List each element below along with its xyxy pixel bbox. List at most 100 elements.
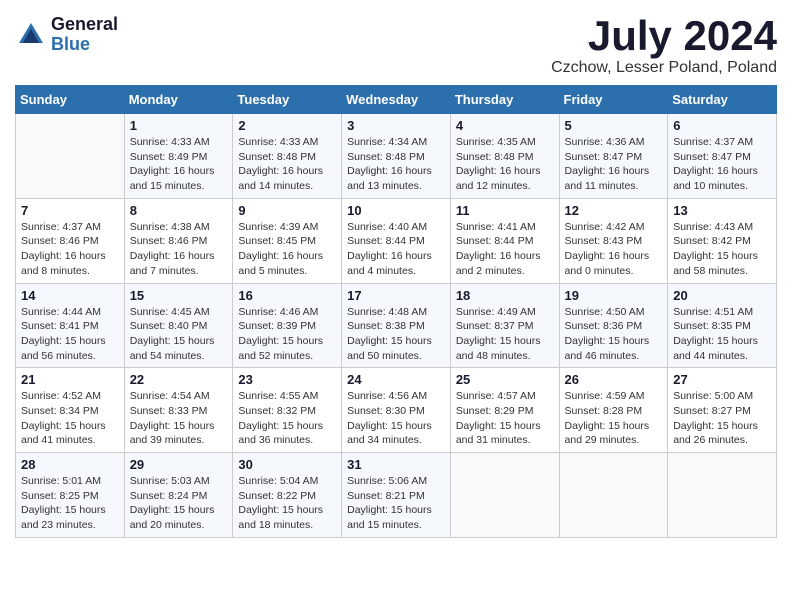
day-info: Sunrise: 4:59 AM Sunset: 8:28 PM Dayligh…	[565, 389, 663, 448]
calendar-cell: 27Sunrise: 5:00 AM Sunset: 8:27 PM Dayli…	[668, 368, 777, 453]
weekday-header-thursday: Thursday	[450, 86, 559, 114]
weekday-header-friday: Friday	[559, 86, 668, 114]
calendar-cell: 13 Sunrise: 4:43 AM Sunset: 8:42 PM Dayli…	[668, 198, 777, 283]
calendar-cell: 11 Sunrise: 4:41 AM Sunset: 8:44 PM Dayli…	[450, 198, 559, 283]
weekday-header-saturday: Saturday	[668, 86, 777, 114]
calendar-cell: 22 Sunrise: 4:54 AM Sunset: 8:33 PM Dayli…	[124, 368, 233, 453]
day-number: 26	[565, 372, 663, 387]
day-number: 11	[456, 203, 554, 218]
day-info: Sunrise: 4:54 AM Sunset: 8:33 PM Dayligh…	[130, 389, 228, 448]
day-info: Sunrise: 4:50 AM Sunset: 8:36 PM Dayligh…	[565, 305, 663, 364]
calendar-cell: 8 Sunrise: 4:38 AM Sunset: 8:46 PM Daylig…	[124, 198, 233, 283]
day-number: 1	[130, 118, 228, 133]
logo-icon	[15, 19, 47, 51]
location-title: Czchow, Lesser Poland, Poland	[551, 59, 777, 77]
day-info: Sunrise: 4:37 AM Sunset: 8:47 PM Dayligh…	[673, 135, 771, 194]
day-info: Sunrise: 4:33 AM Sunset: 8:49 PM Dayligh…	[130, 135, 228, 194]
day-number: 7	[21, 203, 119, 218]
weekday-header-monday: Monday	[124, 86, 233, 114]
day-number: 8	[130, 203, 228, 218]
day-number: 24	[347, 372, 445, 387]
day-info: Sunrise: 4:41 AM Sunset: 8:44 PM Dayligh…	[456, 220, 554, 279]
calendar-week-row: 1 Sunrise: 4:33 AM Sunset: 8:49 PM Daylig…	[16, 114, 777, 199]
day-number: 3	[347, 118, 445, 133]
day-info: Sunrise: 4:39 AM Sunset: 8:45 PM Dayligh…	[238, 220, 336, 279]
calendar-week-row: 7Sunrise: 4:37 AM Sunset: 8:46 PM Daylig…	[16, 198, 777, 283]
calendar-cell: 3Sunrise: 4:34 AM Sunset: 8:48 PM Daylig…	[342, 114, 451, 199]
calendar-cell: 10Sunrise: 4:40 AM Sunset: 8:44 PM Dayli…	[342, 198, 451, 283]
day-number: 29	[130, 457, 228, 472]
calendar-cell	[668, 453, 777, 538]
day-number: 23	[238, 372, 336, 387]
calendar-week-row: 21 Sunrise: 4:52 AM Sunset: 8:34 PM Dayli…	[16, 368, 777, 453]
title-area: July 2024 Czchow, Lesser Poland, Poland	[551, 15, 777, 77]
day-number: 13	[673, 203, 771, 218]
day-info: Sunrise: 4:56 AM Sunset: 8:30 PM Dayligh…	[347, 389, 445, 448]
logo-text: General Blue	[51, 15, 118, 55]
day-info: Sunrise: 4:49 AM Sunset: 8:37 PM Dayligh…	[456, 305, 554, 364]
day-number: 18	[456, 288, 554, 303]
day-number: 31	[347, 457, 445, 472]
day-info: Sunrise: 5:01 AM Sunset: 8:25 PM Dayligh…	[21, 474, 119, 533]
day-info: Sunrise: 5:03 AM Sunset: 8:24 PM Dayligh…	[130, 474, 228, 533]
calendar-cell: 1 Sunrise: 4:33 AM Sunset: 8:49 PM Daylig…	[124, 114, 233, 199]
calendar-cell: 26 Sunrise: 4:59 AM Sunset: 8:28 PM Dayli…	[559, 368, 668, 453]
calendar-cell: 12 Sunrise: 4:42 AM Sunset: 8:43 PM Dayli…	[559, 198, 668, 283]
calendar-cell: 23 Sunrise: 4:55 AM Sunset: 8:32 PM Dayli…	[233, 368, 342, 453]
calendar: SundayMondayTuesdayWednesdayThursdayFrid…	[15, 85, 777, 538]
calendar-week-row: 14 Sunrise: 4:44 AM Sunset: 8:41 PM Dayli…	[16, 283, 777, 368]
calendar-cell: 29 Sunrise: 5:03 AM Sunset: 8:24 PM Dayli…	[124, 453, 233, 538]
calendar-cell: 15Sunrise: 4:45 AM Sunset: 8:40 PM Dayli…	[124, 283, 233, 368]
calendar-cell: 20 Sunrise: 4:51 AM Sunset: 8:35 PM Dayli…	[668, 283, 777, 368]
day-number: 14	[21, 288, 119, 303]
logo-general: General	[51, 15, 118, 35]
day-info: Sunrise: 4:40 AM Sunset: 8:44 PM Dayligh…	[347, 220, 445, 279]
day-number: 17	[347, 288, 445, 303]
calendar-cell: 9 Sunrise: 4:39 AM Sunset: 8:45 PM Daylig…	[233, 198, 342, 283]
day-number: 21	[21, 372, 119, 387]
calendar-cell: 6 Sunrise: 4:37 AM Sunset: 8:47 PM Daylig…	[668, 114, 777, 199]
calendar-cell: 4 Sunrise: 4:35 AM Sunset: 8:48 PM Daylig…	[450, 114, 559, 199]
calendar-cell	[450, 453, 559, 538]
day-info: Sunrise: 5:04 AM Sunset: 8:22 PM Dayligh…	[238, 474, 336, 533]
day-number: 5	[565, 118, 663, 133]
logo: General Blue	[15, 15, 118, 55]
calendar-cell: 18 Sunrise: 4:49 AM Sunset: 8:37 PM Dayli…	[450, 283, 559, 368]
day-number: 30	[238, 457, 336, 472]
day-number: 28	[21, 457, 119, 472]
calendar-week-row: 28 Sunrise: 5:01 AM Sunset: 8:25 PM Dayli…	[16, 453, 777, 538]
day-number: 22	[130, 372, 228, 387]
day-info: Sunrise: 4:35 AM Sunset: 8:48 PM Dayligh…	[456, 135, 554, 194]
day-number: 27	[673, 372, 771, 387]
calendar-cell: 24 Sunrise: 4:56 AM Sunset: 8:30 PM Dayli…	[342, 368, 451, 453]
day-number: 19	[565, 288, 663, 303]
day-info: Sunrise: 4:46 AM Sunset: 8:39 PM Dayligh…	[238, 305, 336, 364]
calendar-cell: 25Sunrise: 4:57 AM Sunset: 8:29 PM Dayli…	[450, 368, 559, 453]
calendar-cell: 5Sunrise: 4:36 AM Sunset: 8:47 PM Daylig…	[559, 114, 668, 199]
calendar-cell: 28 Sunrise: 5:01 AM Sunset: 8:25 PM Dayli…	[16, 453, 125, 538]
day-number: 4	[456, 118, 554, 133]
day-number: 12	[565, 203, 663, 218]
calendar-cell: 17 Sunrise: 4:48 AM Sunset: 8:38 PM Dayli…	[342, 283, 451, 368]
day-number: 9	[238, 203, 336, 218]
day-info: Sunrise: 4:51 AM Sunset: 8:35 PM Dayligh…	[673, 305, 771, 364]
day-info: Sunrise: 4:52 AM Sunset: 8:34 PM Dayligh…	[21, 389, 119, 448]
weekday-header-wednesday: Wednesday	[342, 86, 451, 114]
calendar-cell: 7Sunrise: 4:37 AM Sunset: 8:46 PM Daylig…	[16, 198, 125, 283]
day-info: Sunrise: 4:38 AM Sunset: 8:46 PM Dayligh…	[130, 220, 228, 279]
day-info: Sunrise: 4:42 AM Sunset: 8:43 PM Dayligh…	[565, 220, 663, 279]
calendar-cell: 19 Sunrise: 4:50 AM Sunset: 8:36 PM Dayli…	[559, 283, 668, 368]
day-info: Sunrise: 4:57 AM Sunset: 8:29 PM Dayligh…	[456, 389, 554, 448]
day-info: Sunrise: 4:55 AM Sunset: 8:32 PM Dayligh…	[238, 389, 336, 448]
day-info: Sunrise: 4:45 AM Sunset: 8:40 PM Dayligh…	[130, 305, 228, 364]
calendar-cell: 30 Sunrise: 5:04 AM Sunset: 8:22 PM Dayli…	[233, 453, 342, 538]
calendar-cell: 21 Sunrise: 4:52 AM Sunset: 8:34 PM Dayli…	[16, 368, 125, 453]
day-info: Sunrise: 4:43 AM Sunset: 8:42 PM Dayligh…	[673, 220, 771, 279]
day-info: Sunrise: 4:44 AM Sunset: 8:41 PM Dayligh…	[21, 305, 119, 364]
day-number: 20	[673, 288, 771, 303]
day-number: 6	[673, 118, 771, 133]
day-info: Sunrise: 4:33 AM Sunset: 8:48 PM Dayligh…	[238, 135, 336, 194]
day-info: Sunrise: 4:48 AM Sunset: 8:38 PM Dayligh…	[347, 305, 445, 364]
page-header: General Blue July 2024 Czchow, Lesser Po…	[15, 15, 777, 77]
weekday-header-row: SundayMondayTuesdayWednesdayThursdayFrid…	[16, 86, 777, 114]
